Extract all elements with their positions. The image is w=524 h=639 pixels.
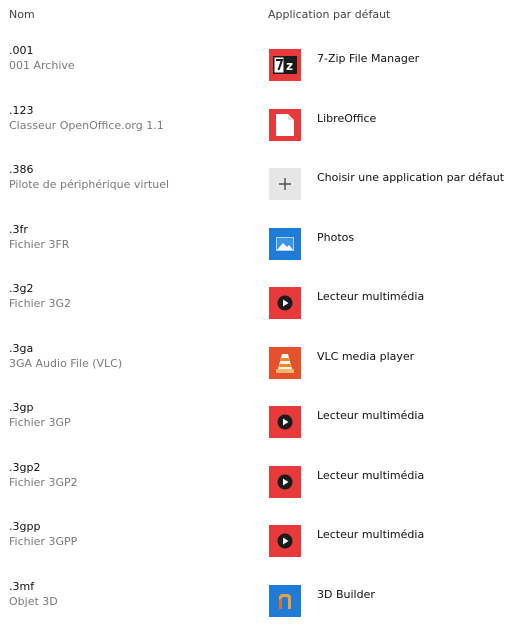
column-headers: Nom Application par défaut <box>0 8 524 28</box>
default-app-name: Lecteur multimédia <box>317 469 424 482</box>
extension-description: Pilote de périphérique virtuel <box>9 178 169 191</box>
default-app-button[interactable]: VLC media player <box>269 347 524 379</box>
extension-description: Fichier 3FR <box>9 238 69 251</box>
default-app-button[interactable]: Lecteur multimédia <box>269 406 524 438</box>
media-player-icon <box>269 466 301 498</box>
column-header-name: Nom <box>9 8 35 21</box>
list-item: .3fr Fichier 3FR Photos <box>0 223 524 283</box>
media-player-icon <box>269 287 301 319</box>
extension-label: .3mf <box>9 580 34 593</box>
extension-label: .001 <box>9 44 34 57</box>
file-type-list: .001 001 Archive z 7-Zip File Manager .1… <box>0 44 524 639</box>
extension-description: 3GA Audio File (VLC) <box>9 357 122 370</box>
default-app-button[interactable]: Lecteur multimédia <box>269 466 524 498</box>
list-item: .386 Pilote de périphérique virtuel Choi… <box>0 163 524 223</box>
default-app-name: 3D Builder <box>317 588 375 601</box>
default-app-name: VLC media player <box>317 350 414 363</box>
media-player-icon <box>269 525 301 557</box>
default-app-name: Lecteur multimédia <box>317 290 424 303</box>
default-app-name: Choisir une application par défaut <box>317 171 504 184</box>
default-app-name: Lecteur multimédia <box>317 528 424 541</box>
list-item: .001 001 Archive z 7-Zip File Manager <box>0 44 524 104</box>
7zip-icon: z <box>269 49 301 81</box>
default-app-name: Photos <box>317 231 354 244</box>
default-app-button[interactable]: Lecteur multimédia <box>269 287 524 319</box>
extension-label: .123 <box>9 104 34 117</box>
extension-label: .3fr <box>9 223 28 236</box>
default-app-button[interactable]: LibreOffice <box>269 109 524 141</box>
plus-icon <box>269 168 301 200</box>
default-app-name: LibreOffice <box>317 112 376 125</box>
list-item: .3gpp Fichier 3GPP Lecteur multimédia <box>0 520 524 580</box>
extension-description: Fichier 3G2 <box>9 297 71 310</box>
extension-description: 001 Archive <box>9 59 75 72</box>
list-item: .3gp2 Fichier 3GP2 Lecteur multimédia <box>0 461 524 521</box>
list-item: .3g2 Fichier 3G2 Lecteur multimédia <box>0 282 524 342</box>
libreoffice-icon <box>269 109 301 141</box>
default-app-name: Lecteur multimédia <box>317 409 424 422</box>
extension-label: .3g2 <box>9 282 33 295</box>
extension-label: .3gp2 <box>9 461 40 474</box>
extension-description: Fichier 3GPP <box>9 535 77 548</box>
list-item: .3ga 3GA Audio File (VLC) VLC media play… <box>0 342 524 402</box>
extension-label: .3gp <box>9 401 33 414</box>
default-app-button[interactable]: Choisir une application par défaut <box>269 168 524 200</box>
extension-description: Fichier 3GP <box>9 416 71 429</box>
default-app-button[interactable]: z 7-Zip File Manager <box>269 49 524 81</box>
default-app-button[interactable]: Lecteur multimédia <box>269 525 524 557</box>
extension-label: .3gpp <box>9 520 40 533</box>
default-app-name: 7-Zip File Manager <box>317 52 419 65</box>
photos-icon <box>269 228 301 260</box>
media-player-icon <box>269 406 301 438</box>
extension-description: Fichier 3GP2 <box>9 476 78 489</box>
extension-label: .386 <box>9 163 34 176</box>
svg-text:z: z <box>286 59 293 73</box>
extension-label: .3ga <box>9 342 33 355</box>
list-item: .123 Classeur OpenOffice.org 1.1 LibreOf… <box>0 104 524 164</box>
extension-description: Objet 3D <box>9 595 58 608</box>
default-app-button[interactable]: Photos <box>269 228 524 260</box>
list-item: .3mf Objet 3D 3D Builder <box>0 580 524 639</box>
extension-description: Classeur OpenOffice.org 1.1 <box>9 119 164 132</box>
column-header-default-app: Application par défaut <box>268 8 390 21</box>
list-item: .3gp Fichier 3GP Lecteur multimédia <box>0 401 524 461</box>
vlc-icon <box>269 347 301 379</box>
